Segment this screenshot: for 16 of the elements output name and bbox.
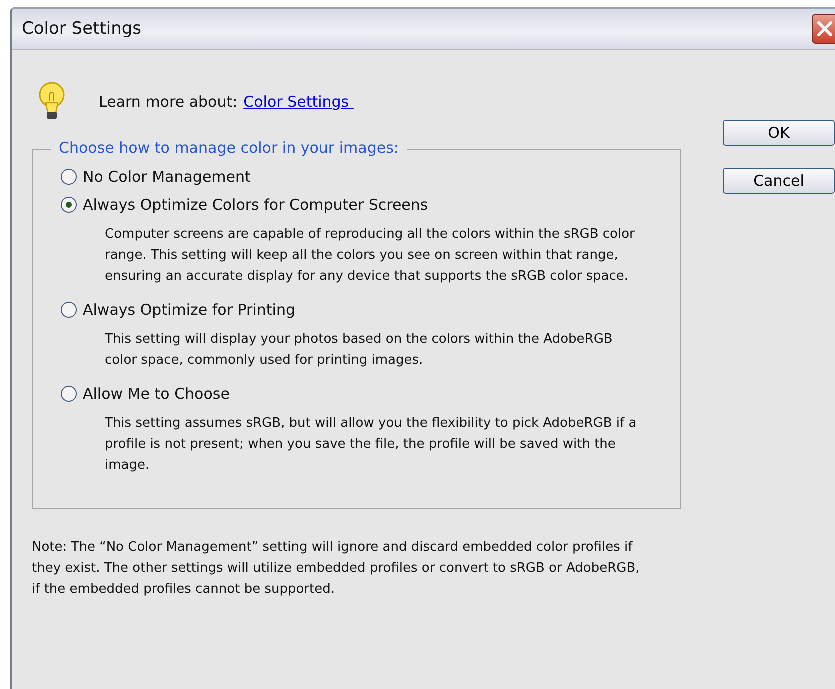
cancel-button[interactable]: Cancel — [723, 168, 835, 194]
learn-more-label: Learn more about: — [99, 93, 238, 111]
ok-button[interactable]: OK — [723, 120, 835, 146]
group-legend: Choose how to manage color in your images: — [51, 139, 407, 157]
radio-button[interactable]: No Color Management — [61, 168, 670, 186]
close-icon — [816, 20, 834, 38]
note-text: Note: The “No Color Management” setting will ignore and discard embedded color profiles if they exist. The other settings will utilize embedded profiles or convert to sRGB or AdobeRGB, if the embedded profiles cannot be supported. — [32, 539, 641, 599]
color-settings-link[interactable]: Color Settings — [244, 93, 354, 111]
option-description: This setting will display your photos based on the colors within the AdobeRGB color space, commonly used for printing images. — [105, 331, 614, 370]
window-title: Color Settings — [21, 19, 142, 39]
option-description: This setting assumes sRGB, but will allow you the flexibility to pick AdobeRGB if a profile is not present; when you save the file, the profile will be saved with the image. — [105, 415, 638, 475]
radio-button[interactable]: Always Optimize Colors for Computer Screens — [61, 196, 670, 214]
option-description: Computer screens are capable of reproducing all the colors within the sRGB color range. This setting will keep all the colors you see on screen within that range, ensuring an accurate display for any device that supports the sRGB color space. — [105, 226, 636, 286]
radio-button[interactable]: Allow Me to Choose — [61, 385, 670, 403]
close-button[interactable] — [812, 14, 835, 44]
radio-button[interactable]: Always Optimize for Printing — [61, 301, 670, 319]
